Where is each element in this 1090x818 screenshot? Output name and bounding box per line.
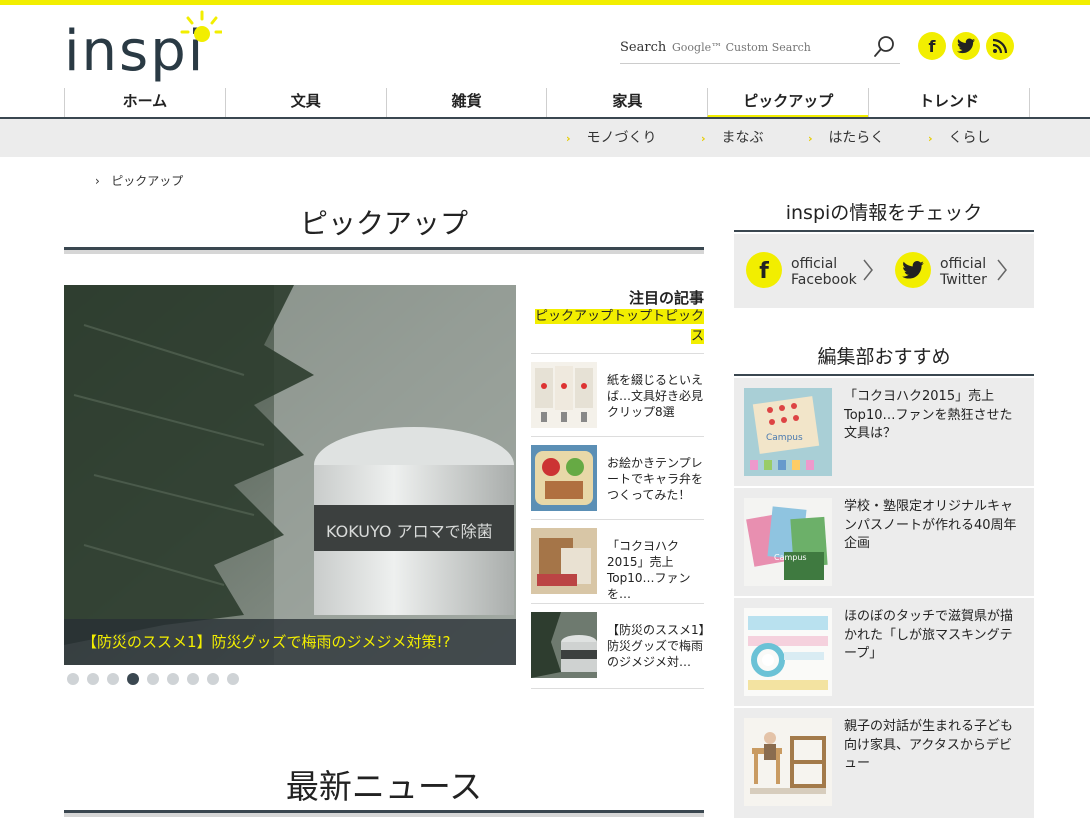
search-box: Search (620, 30, 900, 64)
featured-item[interactable]: 「コクヨハク2015」売上Top10…ファンを… (531, 519, 704, 603)
chevron-right-icon (997, 259, 1007, 281)
nav-item-home[interactable]: ホーム (64, 88, 225, 118)
subnav-item-monozukuri[interactable]: › モノづくり (566, 127, 657, 147)
featured-item[interactable]: 【防災のススメ1】防災グッズで梅雨のジメジメ対… (531, 603, 705, 689)
twitter-line2: Twitter (940, 272, 987, 288)
chevron-right-icon: › (566, 132, 571, 145)
twitter-line1: official (940, 256, 987, 272)
recommend-thumbnail (744, 718, 832, 806)
hero-slider[interactable]: KOKUYO アロマで除菌 【防災のススメ1】防災グッズで梅雨のジメジメ対策!? (64, 285, 516, 665)
facebook-line2: Facebook (791, 272, 857, 288)
slider-dot[interactable] (207, 673, 219, 685)
recommend-item-text: 学校・塾限定オリジナルキャンパスノートが作れる40周年企画 (844, 499, 1017, 551)
featured-thumbnail (531, 612, 597, 678)
twitter-icon[interactable] (895, 252, 931, 288)
rss-icon[interactable] (986, 32, 1014, 60)
featured-item-text: 【防災のススメ1】防災グッズで梅雨のジメジメ対… (607, 623, 705, 669)
featured-item-text: 紙を綴じるといえば…文具好き必見クリップ8選 (607, 373, 704, 419)
main-nav: ホーム 文具 雑貨 家具 ピックアップ トレンド (64, 88, 1030, 118)
subnav-item-hataraku[interactable]: › はたらく (808, 127, 884, 147)
nav-item-pickup[interactable]: ピックアップ (707, 88, 869, 118)
svg-text:f: f (759, 259, 769, 284)
slider-caption[interactable]: 【防災のススメ1】防災グッズで梅雨のジメジメ対策!? (64, 619, 516, 665)
featured-thumbnail (531, 445, 597, 511)
facebook-icon[interactable]: f (746, 252, 782, 288)
featured-tag[interactable]: ピックアップトップトピックス (531, 307, 704, 347)
top-accent-bar (0, 0, 1090, 5)
subnav-item-kurashi[interactable]: › くらし (928, 127, 991, 147)
nav-item-goods[interactable]: 雑貨 (385, 88, 547, 118)
nav-item-trend[interactable]: トレンド (868, 88, 1030, 118)
search-icon[interactable] (872, 33, 898, 59)
svg-text:Campus: Campus (766, 433, 803, 443)
nav-item-stationery[interactable]: 文具 (224, 88, 386, 118)
subnav-label: くらし (948, 130, 991, 146)
recommend-thumbnail (744, 608, 832, 696)
slider-dot[interactable] (227, 673, 239, 685)
site-logo[interactable]: inspi (64, 10, 234, 85)
subnav-item-manabu[interactable]: › まなぶ (701, 127, 764, 147)
slider-dot[interactable] (67, 673, 79, 685)
news-title: 最新ニュース (285, 767, 483, 806)
facebook-line1: official (791, 256, 838, 272)
slider-dot[interactable] (87, 673, 99, 685)
featured-thumbnail (531, 528, 597, 594)
title-shadow (64, 250, 704, 254)
recommend-item[interactable]: Campus 「コクヨハク2015」売上Top10…ファンを熱狂させた文具は？ (734, 378, 1034, 486)
recommend-thumbnail: Campus (744, 388, 832, 476)
recommend-item[interactable]: Campus 学校・塾限定オリジナルキャンパスノートが作れる40周年企画 (734, 488, 1034, 596)
featured-heading: 注目の記事 (628, 289, 704, 307)
svg-text:Campus: Campus (774, 553, 807, 562)
official-facebook-link[interactable]: official Facebook (791, 256, 857, 288)
slider-dot[interactable] (147, 673, 159, 685)
featured-tag-label: ピックアップトップトピックス (534, 309, 704, 344)
slider-dot[interactable] (167, 673, 179, 685)
slider-dot[interactable] (187, 673, 199, 685)
news-title-shadow (64, 813, 704, 817)
breadcrumb: › ピックアップ (95, 172, 183, 189)
search-label: Search (620, 40, 667, 55)
sub-nav: › モノづくり › まなぶ › はたらく › くらし (0, 119, 1090, 157)
sidebar-social-box: f official Facebook official Twitter (734, 234, 1034, 308)
chevron-right-icon (863, 259, 873, 281)
hero-image-text: KOKUYO アロマで除菌 (326, 522, 493, 541)
featured-item-text: 「コクヨハク2015」売上Top10…ファンを… (607, 539, 691, 601)
slider-dot[interactable] (107, 673, 119, 685)
sidebar-rule (734, 374, 1034, 376)
nav-item-furniture[interactable]: 家具 (546, 88, 707, 118)
sidebar-check-title: inspiの情報をチェック (785, 202, 983, 224)
facebook-icon[interactable]: f (918, 32, 946, 60)
featured-item-text: お絵かきテンプレートでキャラ弁をつくってみた！ (607, 456, 704, 502)
subnav-label: はたらく (828, 130, 885, 146)
recommend-item-text: ほのぼのタッチで滋賀県が描かれた「しが旅マスキングテープ」 (844, 609, 1014, 661)
recommend-thumbnail: Campus (744, 498, 832, 586)
sidebar-recommend-title: 編集部おすすめ (817, 346, 951, 368)
hero-image: KOKUYO アロマで除菌 (64, 285, 516, 665)
lightbulb-icon (180, 10, 222, 42)
search-input[interactable] (672, 34, 867, 60)
twitter-icon[interactable] (952, 32, 980, 60)
subnav-label: モノづくり (586, 130, 657, 146)
recommend-item[interactable]: 親子の対話が生まれる子ども向け家具、アクタスからデビュー (734, 708, 1034, 818)
featured-item[interactable]: お絵かきテンプレートでキャラ弁をつくってみた！ (531, 436, 704, 520)
chevron-right-icon: › (928, 132, 933, 145)
featured-thumbnail (531, 362, 597, 428)
breadcrumb-separator: › (95, 174, 100, 188)
slider-dot-active[interactable] (127, 673, 139, 685)
official-twitter-link[interactable]: official Twitter (940, 256, 987, 288)
recommend-item-text: 親子の対話が生まれる子ども向け家具、アクタスからデビュー (844, 719, 1014, 771)
page-title: ピックアップ (299, 207, 468, 240)
breadcrumb-current[interactable]: ピックアップ (111, 174, 183, 188)
recommend-item-text: 「コクヨハク2015」売上Top10…ファンを熱狂させた文具は？ (844, 389, 1013, 441)
subnav-label: まなぶ (721, 130, 764, 146)
sidebar-rule (734, 230, 1034, 232)
recommend-item[interactable]: ほのぼのタッチで滋賀県が描かれた「しが旅マスキングテープ」 (734, 598, 1034, 706)
svg-text:f: f (929, 37, 937, 56)
chevron-right-icon: › (701, 132, 706, 145)
slider-pagination (67, 673, 239, 685)
chevron-right-icon: › (808, 132, 813, 145)
featured-item[interactable]: 紙を綴じるといえば…文具好き必見クリップ8選 (531, 353, 704, 437)
